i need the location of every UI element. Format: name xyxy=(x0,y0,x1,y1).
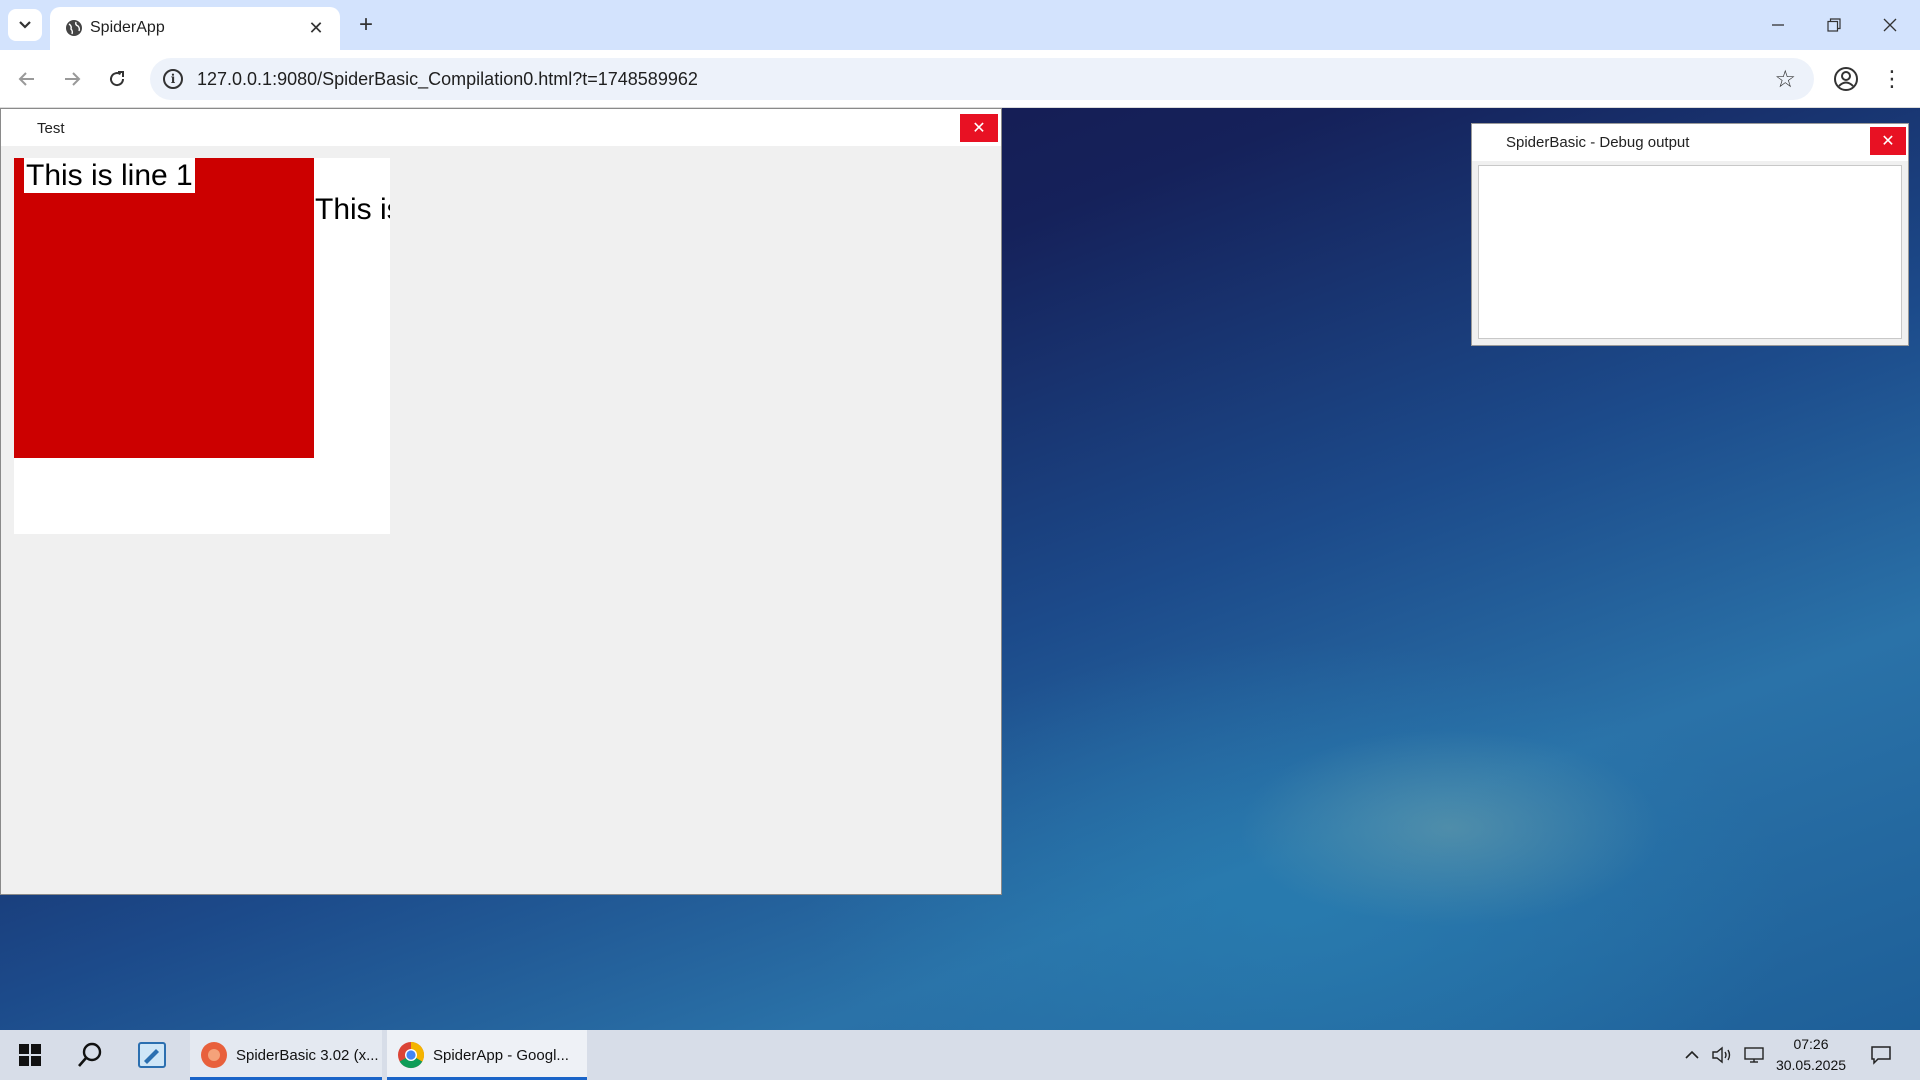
restore-button[interactable] xyxy=(1806,0,1862,50)
notepad-icon xyxy=(138,1042,166,1068)
network-button[interactable] xyxy=(1740,1030,1768,1080)
search-button[interactable] xyxy=(70,1030,110,1080)
chevron-up-icon xyxy=(1685,1050,1699,1059)
arrow-right-icon xyxy=(65,72,81,86)
gadget-container: This is line 1 This is line 2 xyxy=(14,158,390,534)
debug-output-area[interactable] xyxy=(1478,165,1902,339)
taskbar: SpiderBasic 3.02 (x... SpiderApp - Googl… xyxy=(0,1030,1920,1080)
window-close-button[interactable] xyxy=(1862,0,1918,50)
new-tab-button[interactable]: + xyxy=(352,11,380,39)
debug-window-titlebar[interactable]: SpiderBasic - Debug output ✕ xyxy=(1472,124,1908,161)
browser-tab-bar: SpiderApp ✕ + xyxy=(0,0,1920,50)
taskbar-clock[interactable]: 07:26 30.05.2025 xyxy=(1772,1034,1850,1076)
spiderbasic-icon xyxy=(201,1042,227,1068)
taskbar-app-label: SpiderApp - Googl... xyxy=(433,1046,569,1064)
globe-icon xyxy=(66,20,82,36)
taskbar-app-chrome[interactable]: SpiderApp - Googl... xyxy=(387,1030,587,1080)
minimize-button[interactable] xyxy=(1750,0,1806,50)
debug-window-close-button[interactable]: ✕ xyxy=(1870,127,1906,155)
search-icon xyxy=(78,1042,102,1067)
debug-output-window: SpiderBasic - Debug output ✕ xyxy=(1471,123,1909,346)
clock-date: 30.05.2025 xyxy=(1775,1057,1847,1073)
speaker-icon xyxy=(1712,1046,1731,1064)
test-window: Test ✕ This is line 1 This is line 2 xyxy=(0,108,1002,895)
notepad-taskbar-button[interactable] xyxy=(132,1030,172,1080)
taskbar-app-label: SpiderBasic 3.02 (x... xyxy=(236,1046,379,1064)
restore-icon xyxy=(1827,18,1841,32)
reload-icon xyxy=(110,71,125,87)
chrome-icon xyxy=(398,1041,425,1069)
site-info-icon[interactable]: i xyxy=(163,69,183,89)
volume-button[interactable] xyxy=(1708,1030,1736,1080)
url-text[interactable]: 127.0.0.1:9080/SpiderBasic_Compilation0.… xyxy=(197,69,698,90)
chevron-down-icon xyxy=(19,21,31,29)
test-window-close-button[interactable]: ✕ xyxy=(960,114,998,142)
address-bar[interactable]: i 127.0.0.1:9080/SpiderBasic_Compilation… xyxy=(150,58,1814,100)
clock-time: 07:26 xyxy=(1793,1036,1829,1052)
close-icon xyxy=(1883,18,1897,32)
show-hidden-icons-button[interactable] xyxy=(1680,1030,1704,1080)
profile-icon[interactable] xyxy=(1832,65,1860,93)
network-icon xyxy=(1744,1047,1764,1063)
browser-toolbar: i 127.0.0.1:9080/SpiderBasic_Compilation… xyxy=(0,50,1920,108)
text-line-2: This is line 2 xyxy=(315,193,390,226)
test-window-title: Test xyxy=(37,120,65,137)
back-button[interactable] xyxy=(11,63,43,95)
start-button[interactable] xyxy=(10,1030,50,1080)
tab-title: SpiderApp xyxy=(90,19,165,36)
forward-button[interactable] xyxy=(56,63,88,95)
action-center-button[interactable] xyxy=(1864,1030,1898,1080)
reload-button[interactable] xyxy=(101,63,133,95)
browser-menu-icon[interactable]: ⋮ xyxy=(1880,64,1904,94)
tab-spiderapp[interactable]: SpiderApp ✕ xyxy=(50,7,340,50)
arrow-left-icon xyxy=(18,72,34,86)
windows-logo-icon xyxy=(19,1044,41,1066)
notification-icon xyxy=(1871,1046,1891,1065)
taskbar-app-spiderbasic[interactable]: SpiderBasic 3.02 (x... xyxy=(190,1030,382,1080)
bookmark-star-icon[interactable]: ☆ xyxy=(1774,65,1796,94)
minimize-icon xyxy=(1772,24,1784,26)
debug-window-title: SpiderBasic - Debug output xyxy=(1506,134,1690,151)
tab-search-button[interactable] xyxy=(8,9,42,41)
text-line-1: This is line 1 xyxy=(24,158,195,193)
red-box xyxy=(14,158,314,458)
tab-close-icon[interactable]: ✕ xyxy=(304,16,328,40)
test-window-titlebar[interactable]: Test ✕ xyxy=(1,109,1001,146)
